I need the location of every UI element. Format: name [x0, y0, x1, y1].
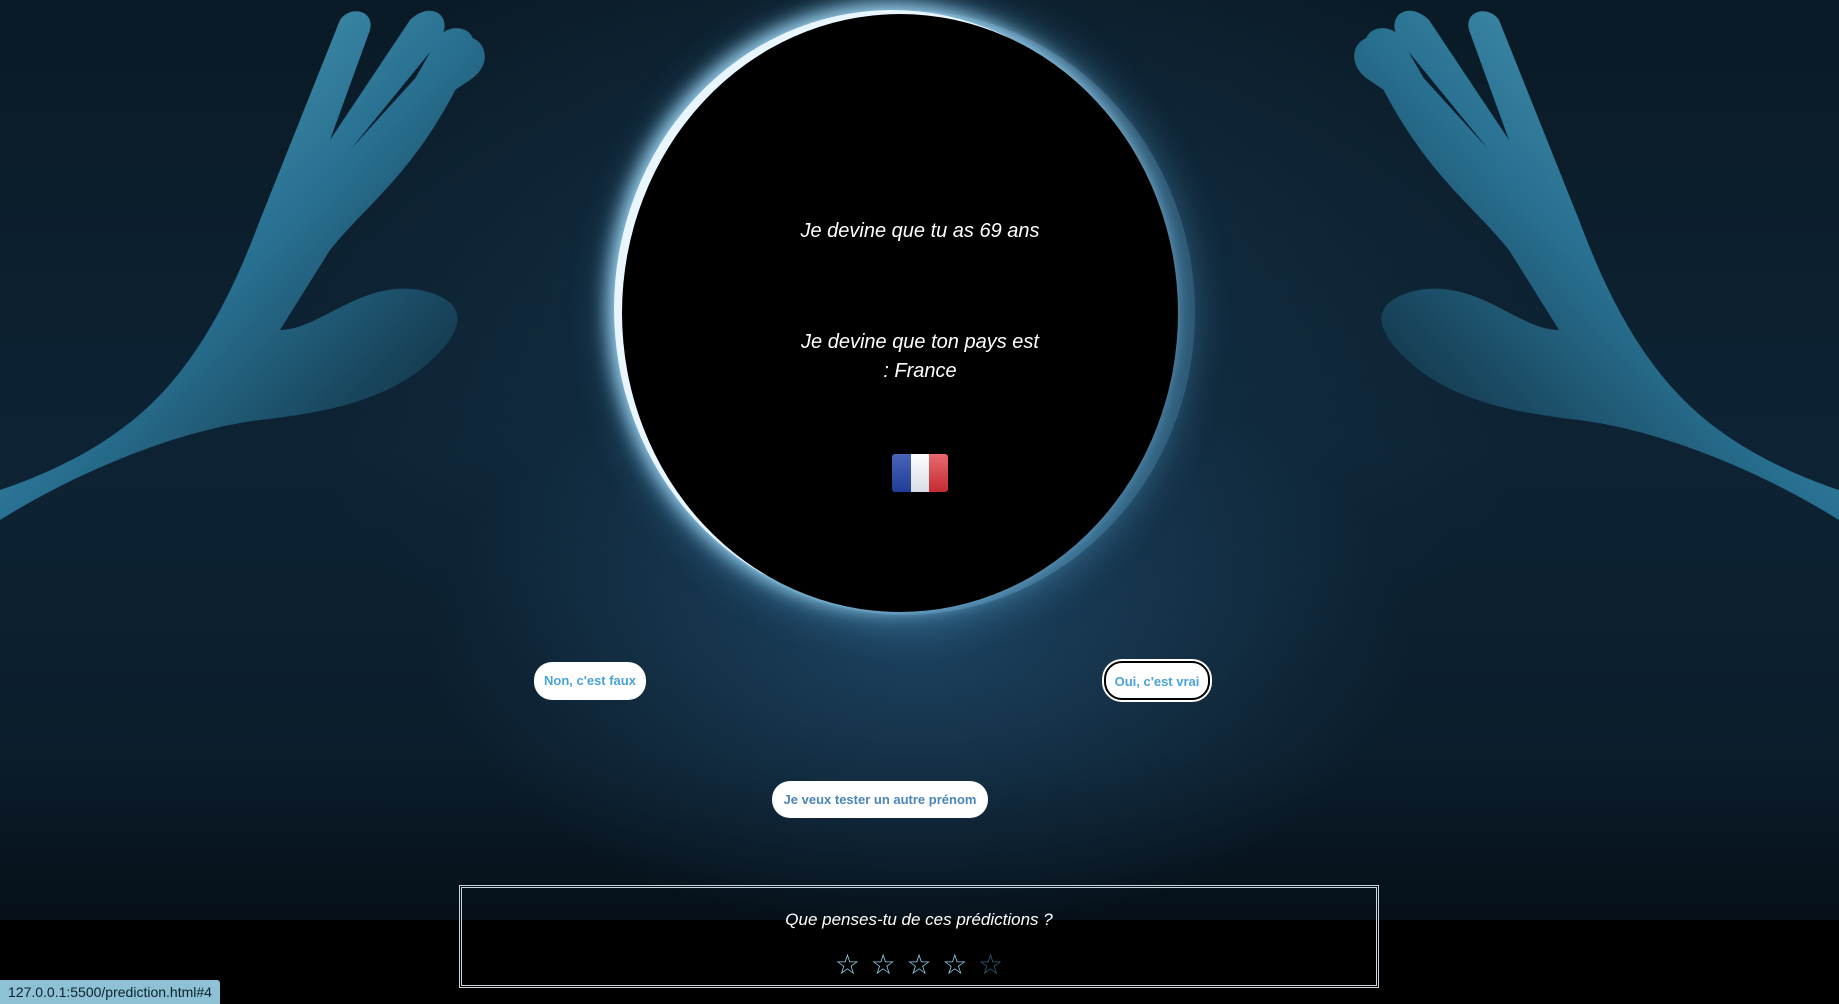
try-another-name-button[interactable]: Je veux tester un autre prénom [772, 781, 988, 818]
country-prediction: Je devine que ton pays est : France [801, 331, 1039, 382]
crystal-ball [622, 14, 1178, 612]
feedback-panel: Que penses-tu de ces prédictions ? ☆ ☆ ☆… [459, 885, 1379, 988]
wrong-prediction-button[interactable]: Non, c'est faux [534, 662, 646, 700]
star-icon[interactable]: ☆ [941, 950, 969, 980]
correct-prediction-button[interactable]: Oui, c'est vrai [1104, 661, 1210, 700]
status-bar-url: 127.0.0.1:5500/prediction.html#4 [0, 980, 220, 1004]
star-icon[interactable]: ☆ [905, 950, 933, 980]
france-flag-icon [892, 454, 948, 492]
feedback-question: Que penses-tu de ces prédictions ? [785, 910, 1053, 929]
star-rating: ☆ ☆ ☆ ☆ ☆ [462, 950, 1376, 980]
age-prediction: Je devine que tu as 69 ans [800, 220, 1040, 242]
star-icon[interactable]: ☆ [977, 950, 1005, 980]
star-icon[interactable]: ☆ [833, 950, 861, 980]
star-icon[interactable]: ☆ [869, 950, 897, 980]
left-hand-image [0, 10, 485, 521]
prediction-page: Je devine que tu as 69 ans Je devine que… [0, 0, 1839, 1004]
right-hand-image [1354, 10, 1839, 521]
